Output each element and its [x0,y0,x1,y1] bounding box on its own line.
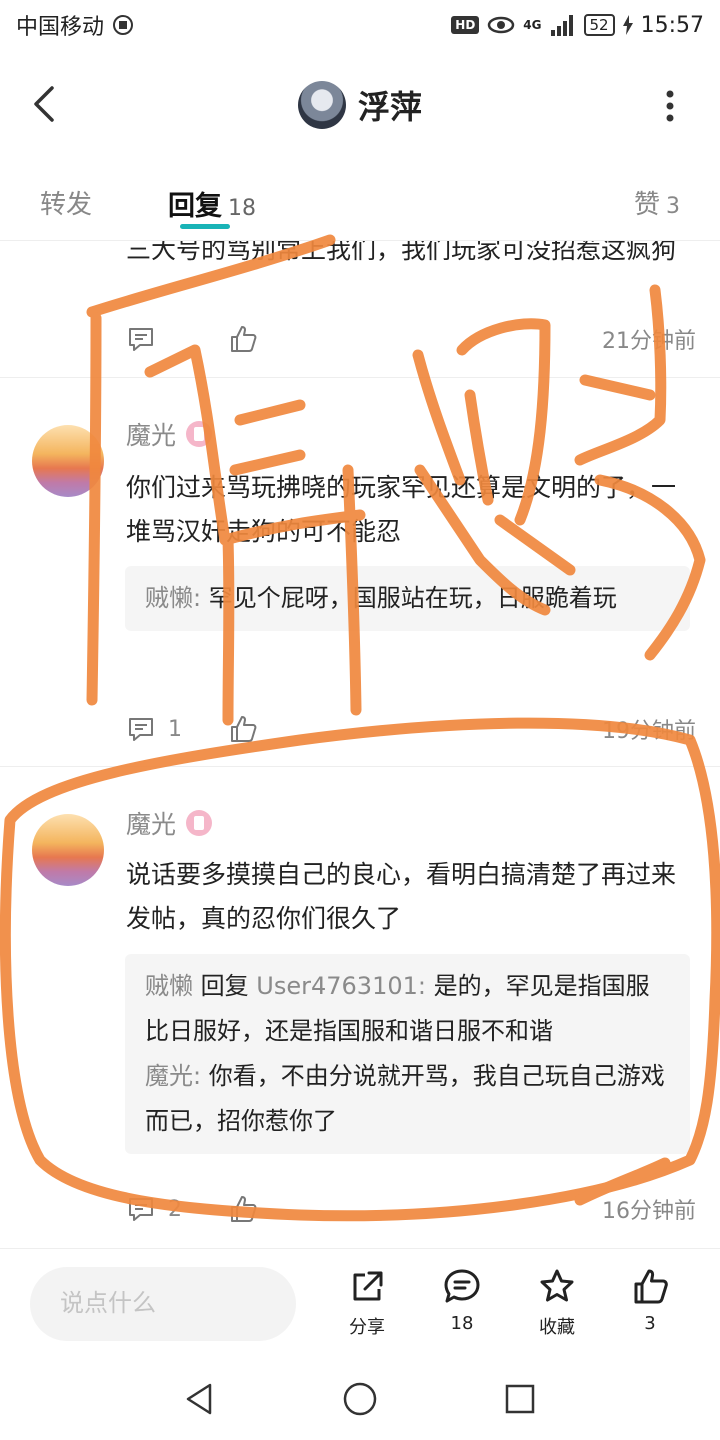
top-nav-bar: 浮萍 [0,60,720,150]
title-group: 浮萍 [297,81,422,129]
nav-back-icon[interactable] [180,1379,220,1419]
reply-item: 魔光: 你看，不由分说就开骂，我自己玩自己游戏而已，招你惹你了 [145,1062,665,1135]
reply-count: 1 [168,716,182,742]
tab-like-count: 3 [666,194,680,219]
comments-count: 18 [450,1313,474,1334]
reply-author: 贼懒 [145,972,193,1000]
share-label: 分享 [349,1317,385,1338]
comment-icon[interactable] [126,1194,156,1224]
comment-icon[interactable] [126,324,156,354]
hd-icon: HD [451,16,480,34]
carrier-label: 中国移动 [16,15,105,40]
reply-preview[interactable]: 贼懒 回复 User4763101: 是的，罕见是指国服比日服好，还是指国服和谐… [125,954,690,1154]
avatar[interactable] [32,425,104,497]
notification-icon [113,15,134,35]
avatar[interactable] [297,81,346,129]
share-icon [353,1271,383,1301]
reply-count: 2 [168,1196,182,1222]
like-button[interactable]: 3 [610,1267,690,1357]
nav-home-icon[interactable] [340,1379,380,1419]
tab-reply-count: 18 [228,196,256,221]
reply-keyword: 回复 [200,972,249,1000]
star-icon [540,1269,574,1302]
comment-text: 说话要多摸摸自己的良心，看明白搞清楚了再过来发帖，真的忍你们很久了 [126,860,677,933]
network-label: 4G [523,18,542,32]
comment-item: 魔光 你们过来骂玩拂晓的玩家罕见还算是文明的了，一堆骂汉奸走狗的可不能忍 贼懒:… [0,378,720,766]
more-options-icon[interactable] [666,90,674,122]
comment-text: 三大号的骂别常上我们，我们玩家可没招惹这疯狗 [126,241,677,264]
bottom-action-bar: 分享 18 收藏 3 [0,1248,720,1358]
reply-preview[interactable]: 贼懒: 罕见个屁呀，国服站在玩，日服跪着玩 [125,566,690,631]
username: 魔光 [126,810,177,839]
thumbs-up-icon [634,1269,668,1304]
tab-like-label: 赞 [633,190,660,220]
comment-author[interactable]: 魔光 [126,416,213,452]
tab-forward[interactable]: 转发 [40,184,92,221]
timestamp: 16分钟前 [602,1199,696,1224]
comments-button[interactable]: 18 [422,1267,502,1357]
share-button[interactable]: 分享 [327,1267,407,1357]
like-count: 3 [644,1313,656,1334]
signal-icon [550,15,573,36]
system-nav-bar [0,1358,720,1440]
tab-reply-label: 回复 [168,191,222,222]
favorite-button[interactable]: 收藏 [517,1267,597,1357]
charging-icon [622,15,633,35]
reply-author: 贼懒 [145,584,193,612]
reply-author: 魔光 [145,1062,193,1090]
status-bar: 中国移动 HD 4G 52 15:57 [0,0,720,50]
comment-text: 你们过来骂玩拂晓的玩家罕见还算是文明的了，一堆骂汉奸走狗的可不能忍 [126,473,677,546]
comment-item: 魔光 说话要多摸摸自己的良心，看明白搞清楚了再过来发帖，真的忍你们很久了 贼懒 … [0,767,720,1247]
reply-text: 罕见个屁呀，国服站在玩，日服跪着玩 [208,584,617,612]
comment-actions: 21分钟前 [126,319,696,359]
nav-recents-icon[interactable] [500,1379,540,1419]
avatar[interactable] [32,814,104,886]
tab-like[interactable]: 赞3 [634,184,680,221]
chat-bubble-icon [444,1269,480,1303]
thumbs-up-icon[interactable] [228,714,258,744]
tab-reply[interactable]: 回复 18 [168,184,256,223]
tab-indicator [180,224,230,229]
battery-icon: 52 [583,14,615,36]
reply-item: 贼懒: 罕见个屁呀，国服站在玩，日服跪着玩 [145,584,617,612]
reply-item: 贼懒 回复 User4763101: 是的，罕见是指国服比日服好，还是指国服和谐… [145,972,650,1045]
comment-author[interactable]: 魔光 [126,805,213,841]
tab-bar: 转发 回复 18 赞3 [0,178,720,229]
username: 魔光 [126,421,177,450]
comment-actions: 2 16分钟前 [126,1189,696,1229]
comment-actions: 1 19分钟前 [126,709,696,749]
back-arrow-icon[interactable] [30,84,58,124]
comment-list[interactable]: 三大号的骂别常上我们，我们玩家可没招惹这疯狗 21分钟前 魔光 你们过来骂玩拂晓… [0,241,720,1248]
thumbs-up-icon[interactable] [228,324,258,354]
timestamp: 21分钟前 [602,329,696,354]
page-title: 浮萍 [357,88,422,126]
badge-icon [186,421,213,447]
reply-text: 你看，不由分说就开骂，我自己玩自己游戏而已，招你惹你了 [145,1062,665,1135]
reply-target[interactable]: User4763101 [256,972,418,1000]
favorite-label: 收藏 [539,1317,575,1338]
clock: 15:57 [640,12,704,38]
badge-icon [186,810,213,836]
thumbs-up-icon[interactable] [228,1194,258,1224]
comment-icon[interactable] [126,714,156,744]
eye-icon [488,16,515,34]
comment-input[interactable] [30,1267,296,1341]
timestamp: 19分钟前 [602,719,696,744]
